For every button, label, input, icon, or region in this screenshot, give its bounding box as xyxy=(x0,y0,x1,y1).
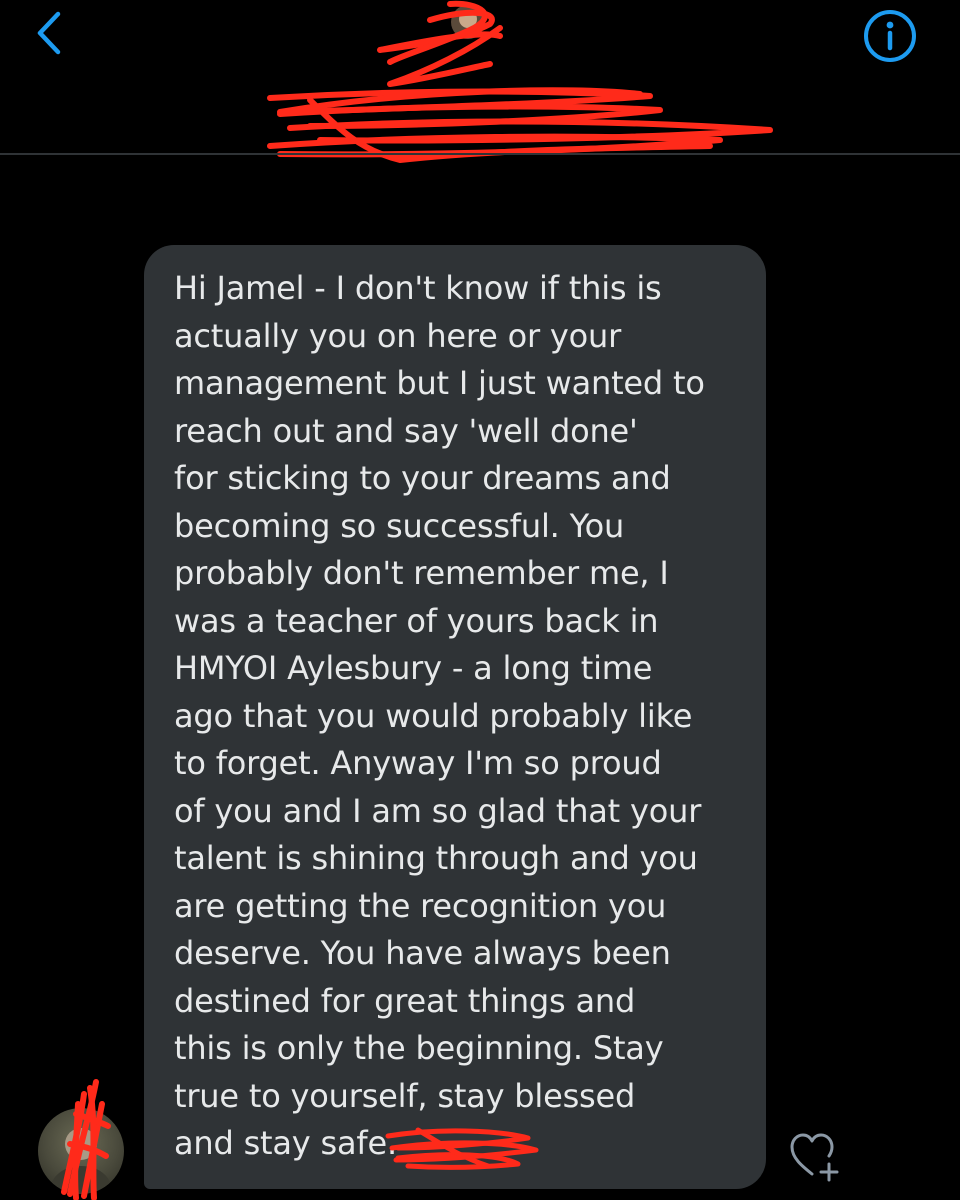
redaction-scribble xyxy=(267,0,773,163)
message-bubble[interactable]: Hi Jamel - I don't know if this is actua… xyxy=(144,245,766,1189)
header-divider xyxy=(0,153,960,155)
message-text: Hi Jamel - I don't know if this is actua… xyxy=(174,269,705,1162)
chevron-left-icon xyxy=(37,11,61,55)
react-button[interactable] xyxy=(786,1128,846,1184)
sender-avatar[interactable] xyxy=(38,1108,124,1194)
info-icon xyxy=(864,10,916,62)
heart-plus-icon xyxy=(790,1133,839,1182)
header-avatar[interactable] xyxy=(446,2,490,42)
info-button[interactable] xyxy=(862,8,918,64)
conversation-header xyxy=(0,0,960,163)
back-button[interactable] xyxy=(28,8,72,58)
conversation-name[interactable] xyxy=(300,88,660,128)
